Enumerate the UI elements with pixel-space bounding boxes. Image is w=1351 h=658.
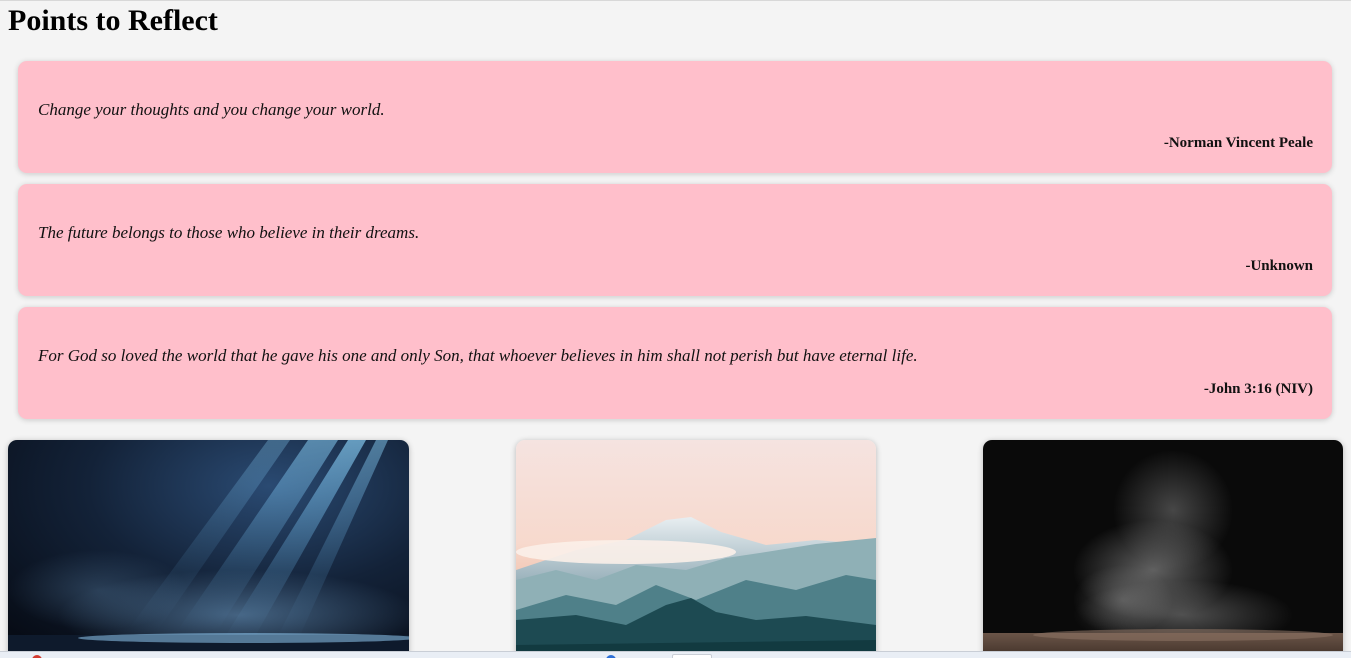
- taskbar-item[interactable]: [672, 654, 712, 658]
- mountain-landscape-image: [516, 440, 876, 658]
- page-title: Points to Reflect: [8, 4, 218, 37]
- quote-card: For God so loved the world that he gave …: [18, 307, 1332, 419]
- quote-text: Change your thoughts and you change your…: [38, 100, 385, 119]
- smoke-stage-image: [983, 440, 1343, 658]
- quote-author: -Norman Vincent Peale: [1163, 135, 1313, 151]
- quote-text: For God so loved the world that he gave …: [38, 346, 918, 365]
- quote-card: The future belongs to those who believe …: [18, 184, 1332, 296]
- quote-author: -John 3:16 (NIV): [1203, 381, 1313, 397]
- page: Points to Reflect Change your thoughts a…: [0, 0, 1351, 658]
- quote-text: The future belongs to those who believe …: [38, 223, 420, 242]
- quote-card: Change your thoughts and you change your…: [18, 61, 1332, 173]
- light-rays-image: [8, 440, 409, 658]
- quote-author: -Unknown: [1245, 258, 1313, 274]
- taskbar: [0, 651, 1351, 658]
